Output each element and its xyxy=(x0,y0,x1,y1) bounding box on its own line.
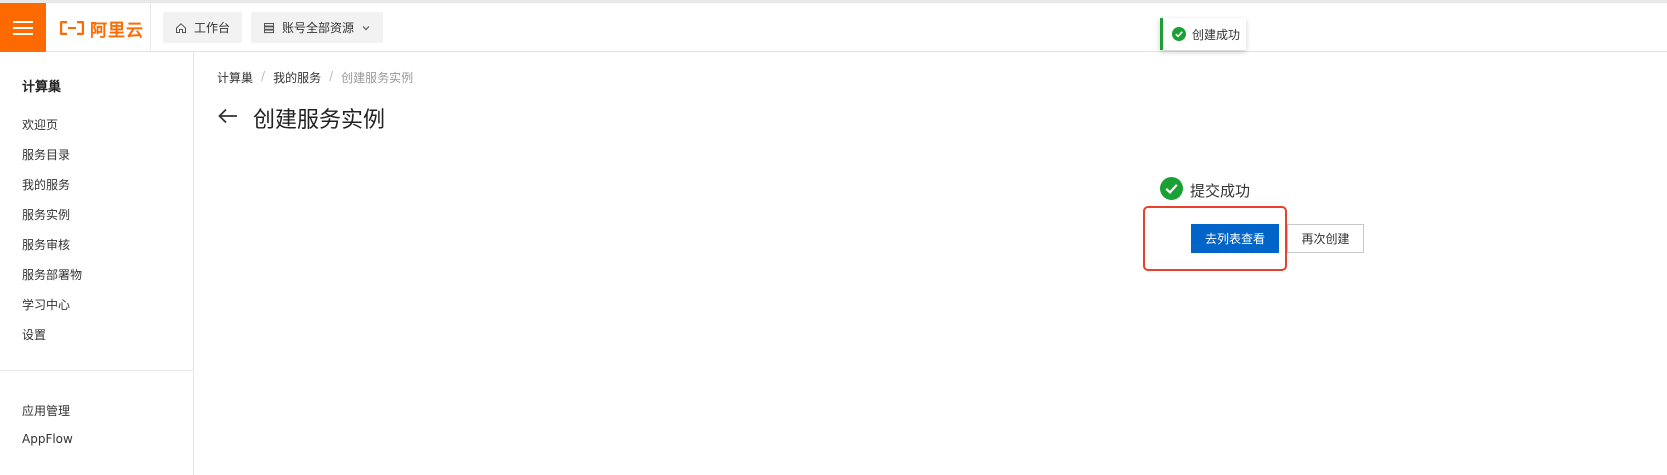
workbench-label: 工作台 xyxy=(194,21,231,35)
create-again-button[interactable]: 再次创建 xyxy=(1287,224,1364,253)
success-toast: 创建成功 xyxy=(1160,18,1246,50)
aliyun-logo-icon xyxy=(60,21,84,35)
breadcrumb-separator: / xyxy=(329,69,334,83)
check-circle-icon xyxy=(1172,27,1186,41)
menu-button[interactable] xyxy=(0,3,46,52)
arrow-left-icon[interactable] xyxy=(217,106,239,126)
aliyun-logo[interactable]: 阿里云 xyxy=(60,14,144,42)
sidebar-title: 计算巢 xyxy=(22,80,62,95)
sidebar-item-service-artifacts[interactable]: 服务部署物 xyxy=(22,266,82,283)
check-circle-icon xyxy=(1160,177,1183,200)
breadcrumb: 计算巢 / 我的服务 / 创建服务实例 xyxy=(217,69,413,86)
breadcrumb-current: 创建服务实例 xyxy=(341,71,414,85)
sidebar-item-service-review[interactable]: 服务审核 xyxy=(22,236,70,253)
sidebar: 计算巢 欢迎页 服务目录 我的服务 服务实例 服务审核 服务部署物 学习中心 设… xyxy=(0,52,194,475)
sidebar-divider xyxy=(0,370,193,371)
sidebar-item-welcome[interactable]: 欢迎页 xyxy=(22,116,58,133)
top-navigation-bar: 阿里云 工作台 账号全部资源 xyxy=(0,0,1667,52)
sidebar-item-appflow[interactable]: AppFlow xyxy=(22,432,73,446)
toast-text: 创建成功 xyxy=(1192,27,1241,42)
view-list-button[interactable]: 去列表查看 xyxy=(1191,224,1279,253)
workbench-button[interactable]: 工作台 xyxy=(163,12,243,43)
breadcrumb-separator: / xyxy=(261,69,266,83)
breadcrumb-item[interactable]: 我的服务 xyxy=(273,69,321,86)
submit-success-text: 提交成功 xyxy=(1190,182,1251,200)
home-icon xyxy=(176,22,186,33)
sidebar-item-service-catalog[interactable]: 服务目录 xyxy=(22,146,70,163)
logo-text: 阿里云 xyxy=(90,20,144,41)
breadcrumb-item[interactable]: 计算巢 xyxy=(217,69,253,86)
chevron-down-icon xyxy=(362,25,370,30)
sidebar-item-service-instances[interactable]: 服务实例 xyxy=(22,206,70,223)
sidebar-item-learning-center[interactable]: 学习中心 xyxy=(22,296,70,313)
page-title: 创建服务实例 xyxy=(253,108,386,133)
account-resources-dropdown[interactable]: 账号全部资源 xyxy=(251,12,384,43)
hamburger-icon xyxy=(13,20,33,35)
sidebar-item-settings[interactable]: 设置 xyxy=(22,326,46,343)
sidebar-item-my-services[interactable]: 我的服务 xyxy=(22,176,70,193)
sidebar-item-app-management[interactable]: 应用管理 xyxy=(22,402,70,419)
header-divider xyxy=(150,3,151,52)
account-resources-label: 账号全部资源 xyxy=(282,21,355,35)
database-icon xyxy=(264,22,274,33)
